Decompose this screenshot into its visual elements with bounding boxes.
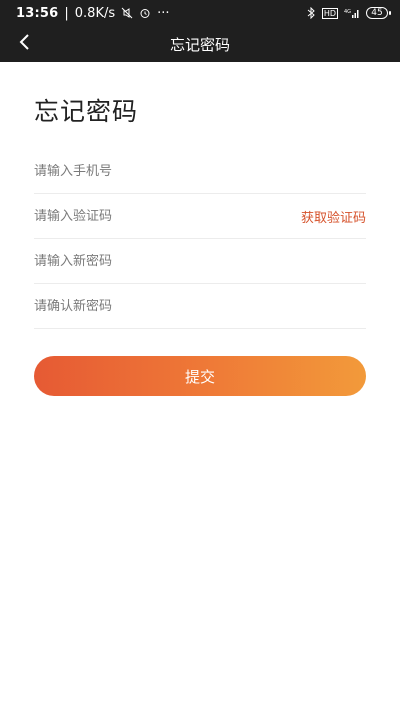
chevron-left-icon bbox=[18, 33, 30, 55]
status-separator: | bbox=[64, 5, 69, 21]
back-button[interactable] bbox=[10, 30, 38, 58]
submit-button[interactable]: 提交 bbox=[34, 356, 366, 396]
battery-icon: 45 bbox=[366, 7, 391, 19]
more-indicator: ··· bbox=[157, 5, 170, 21]
confirm-password-row bbox=[34, 285, 366, 329]
alarm-icon bbox=[139, 7, 151, 19]
page-title: 忘记密码 bbox=[34, 97, 139, 126]
nav-title: 忘记密码 bbox=[169, 35, 230, 54]
phone-row bbox=[34, 150, 366, 194]
new-password-input[interactable] bbox=[34, 254, 264, 269]
get-code-button[interactable]: 获取验证码 bbox=[301, 207, 366, 226]
nav-bar: 忘记密码 bbox=[0, 26, 400, 62]
verification-code-input[interactable] bbox=[34, 209, 264, 224]
hd-icon: HD bbox=[321, 7, 338, 19]
bluetooth-icon bbox=[306, 7, 316, 19]
status-right: HD 4G 45 bbox=[306, 7, 391, 19]
network-speed: 0.8K/s bbox=[74, 5, 116, 21]
code-row: 获取验证码 bbox=[34, 195, 366, 239]
status-bar: 13:56 | 0.8K/s ··· HD 4G 45 bbox=[0, 0, 400, 26]
status-left: 13:56 | 0.8K/s ··· bbox=[16, 6, 170, 21]
new-password-row bbox=[34, 240, 366, 284]
confirm-password-input[interactable] bbox=[34, 299, 264, 314]
status-time: 13:56 bbox=[16, 5, 59, 21]
signal-icon: 4G bbox=[344, 7, 360, 19]
svg-text:4G: 4G bbox=[344, 9, 351, 15]
mute-icon bbox=[121, 7, 133, 19]
phone-input[interactable] bbox=[34, 164, 264, 179]
